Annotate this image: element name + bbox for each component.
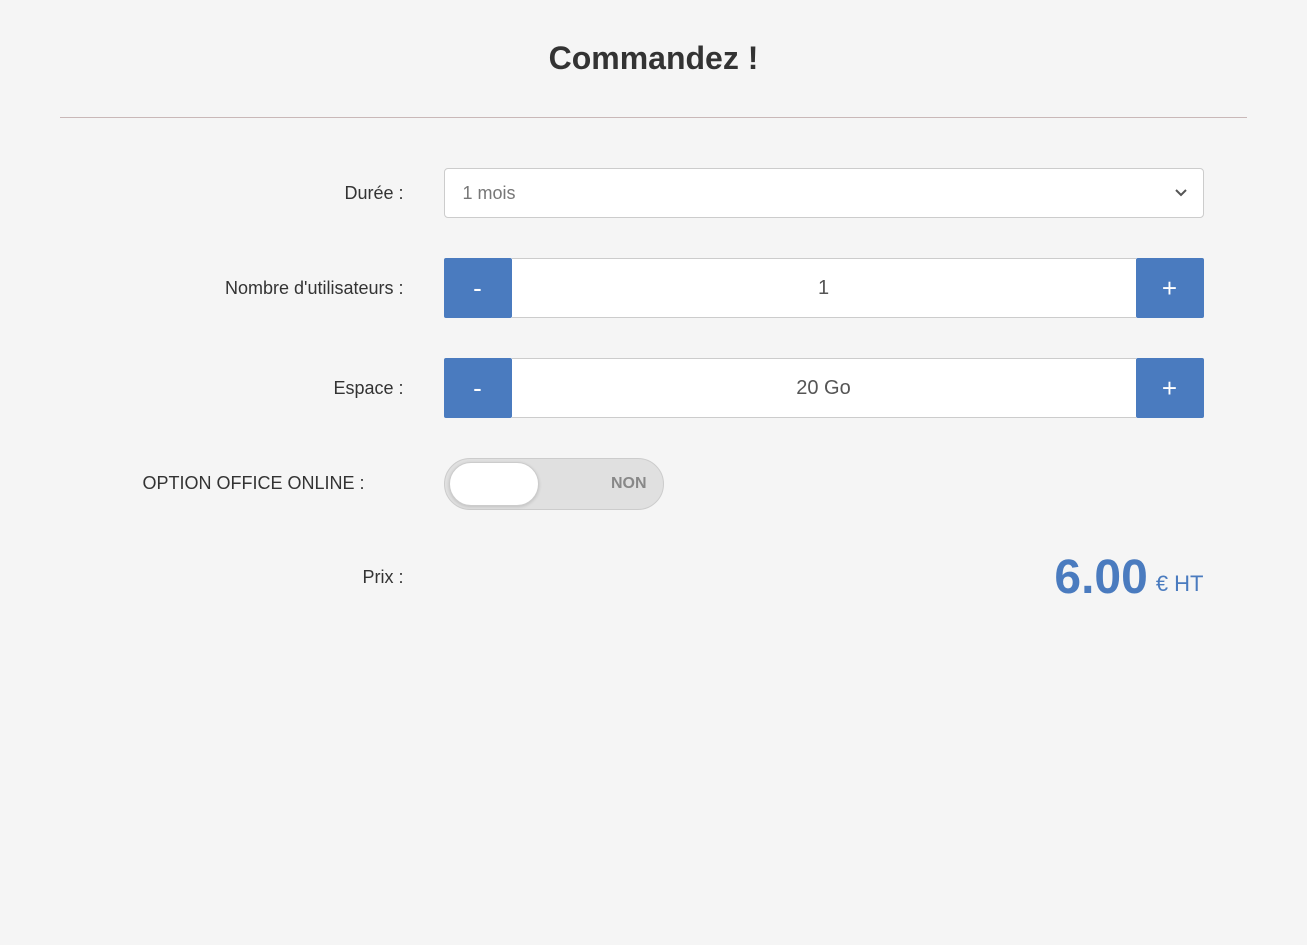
page-title: Commandez !: [60, 40, 1247, 97]
espace-value: 20 Go: [512, 358, 1136, 418]
espace-label: Espace :: [104, 378, 444, 399]
toggle-non-label: NON: [611, 475, 647, 493]
espace-increment-button[interactable]: +: [1136, 358, 1204, 418]
prix-amount: 6.00: [1054, 550, 1147, 605]
utilisateurs-decrement-button[interactable]: -: [444, 258, 512, 318]
utilisateurs-control: - 1 +: [444, 258, 1204, 318]
office-online-toggle-wrapper: OUI NON: [444, 458, 1204, 510]
order-form: Durée : 1 mois 3 mois 6 mois 12 mois Nom…: [104, 168, 1204, 625]
prix-label: Prix :: [104, 567, 444, 588]
utilisateurs-stepper: - 1 +: [444, 258, 1204, 318]
espace-decrement-button[interactable]: -: [444, 358, 512, 418]
duree-control: 1 mois 3 mois 6 mois 12 mois: [444, 168, 1204, 218]
duree-select[interactable]: 1 mois 3 mois 6 mois 12 mois: [444, 168, 1204, 218]
prix-value-area: 6.00 € HT: [444, 550, 1204, 605]
divider: [60, 117, 1247, 118]
office-online-row: OPTION OFFICE ONLINE : OUI NON: [104, 458, 1204, 510]
office-online-label: OPTION OFFICE ONLINE :: [104, 472, 444, 495]
espace-row: Espace : - 20 Go +: [104, 358, 1204, 418]
office-online-toggle[interactable]: OUI NON: [444, 458, 664, 510]
duree-row: Durée : 1 mois 3 mois 6 mois 12 mois: [104, 168, 1204, 218]
espace-control: - 20 Go +: [444, 358, 1204, 418]
office-online-control: OUI NON: [444, 458, 1204, 510]
espace-stepper: - 20 Go +: [444, 358, 1204, 418]
prix-row: Prix : 6.00 € HT: [104, 550, 1204, 605]
duree-label: Durée :: [104, 183, 444, 204]
toggle-knob: [449, 462, 539, 506]
utilisateurs-row: Nombre d'utilisateurs : - 1 +: [104, 258, 1204, 318]
page-container: Commandez ! Durée : 1 mois 3 mois 6 mois…: [0, 0, 1307, 945]
toggle-track: OUI NON: [444, 458, 664, 510]
utilisateurs-value: 1: [512, 258, 1136, 318]
utilisateurs-increment-button[interactable]: +: [1136, 258, 1204, 318]
utilisateurs-label: Nombre d'utilisateurs :: [104, 278, 444, 299]
prix-unit: € HT: [1156, 571, 1204, 605]
